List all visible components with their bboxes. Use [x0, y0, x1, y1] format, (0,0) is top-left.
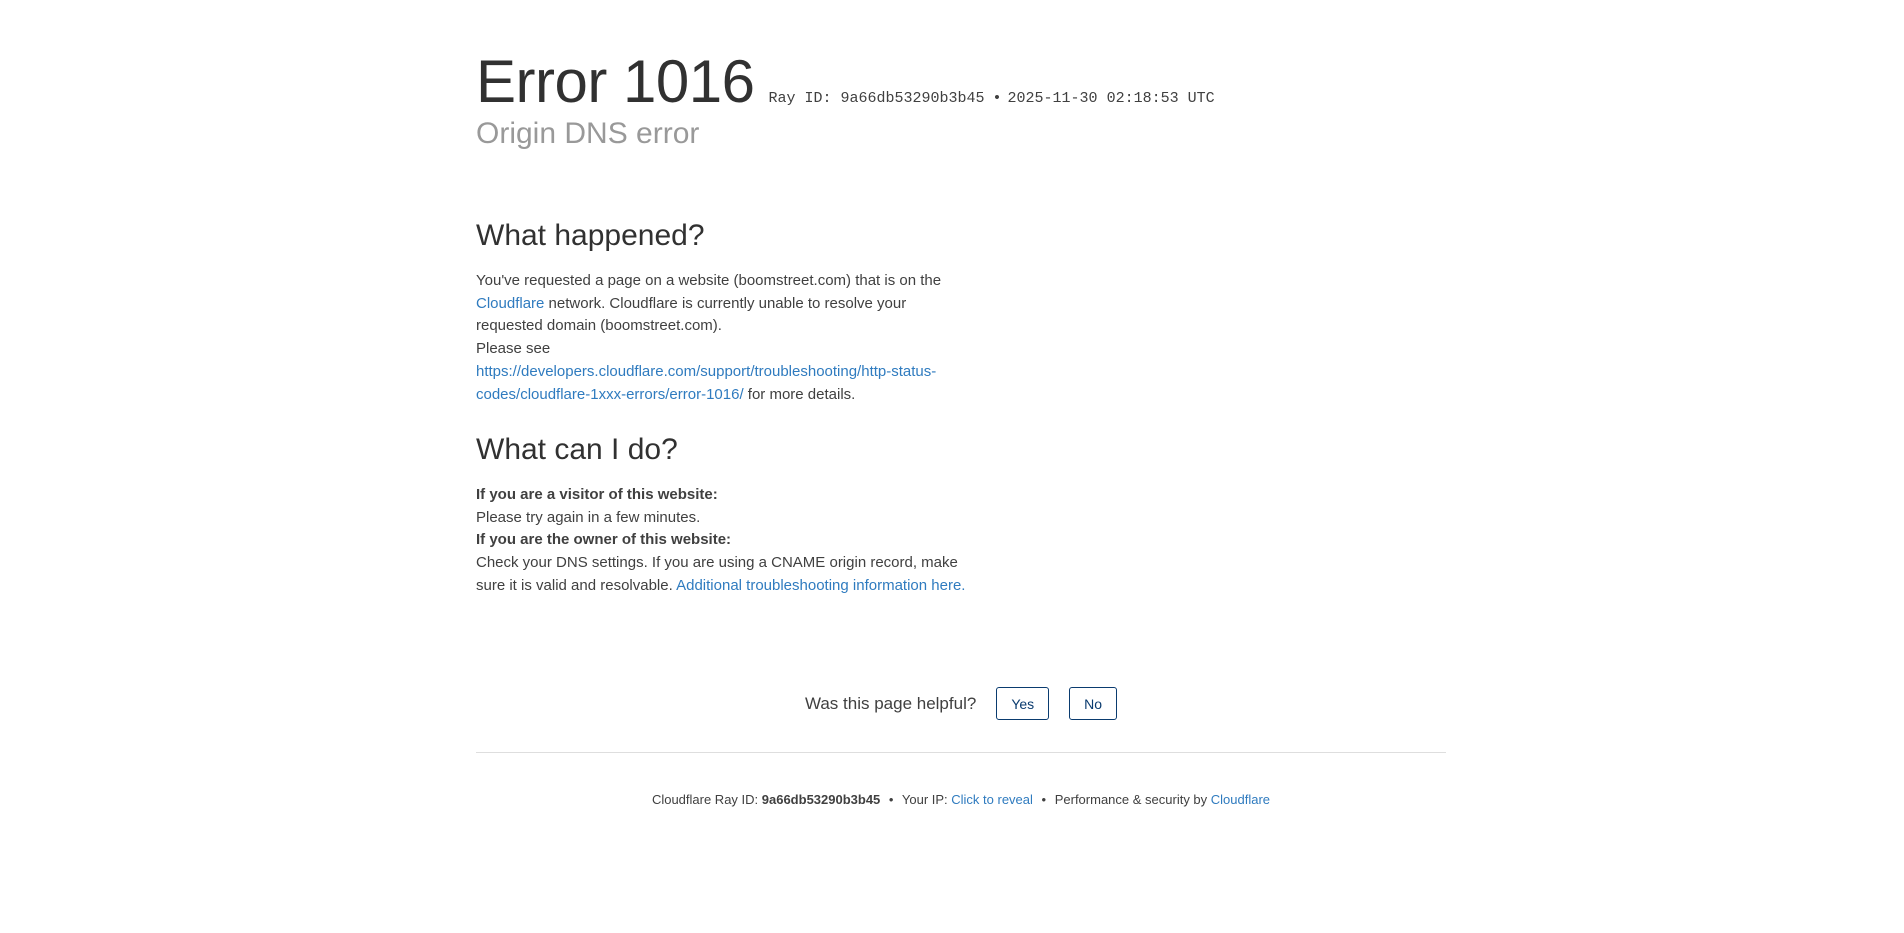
troubleshooting-link[interactable]: Additional troubleshooting information h… [676, 577, 965, 594]
footer-bullet-2: • [1041, 792, 1047, 807]
ray-meta-bullet: • [992, 90, 1002, 107]
what-can-i-do-section: What can I do? If you are a visitor of t… [476, 430, 966, 598]
feedback-no-button[interactable]: No [1069, 687, 1118, 720]
error-subtitle: Origin DNS error [476, 117, 700, 150]
footer-divider [476, 752, 1446, 753]
more-details-text: for more details. [743, 385, 856, 403]
footer-cloudflare-link[interactable]: Cloudflare [1211, 792, 1270, 807]
what-happened-text-1: You've requested a page on a website (bo… [476, 272, 942, 289]
feedback-bar: Was this page helpful? Yes No [476, 687, 1446, 720]
error-title: Error 1016 [476, 48, 755, 115]
footer-ray-id: 9a66db53290b3b45 [761, 792, 881, 807]
feedback-question: Was this page helpful? [804, 693, 977, 713]
owner-label: If you are the owner of this website: [476, 531, 732, 549]
visitor-paragraph: If you are a visitor of this website: Ple… [476, 484, 966, 529]
cloudflare-link[interactable]: Cloudflare [476, 295, 544, 312]
what-can-i-do-body: If you are a visitor of this website: Ple… [476, 484, 966, 598]
ray-meta: Ray ID: 9a66db53290b3b45 • 2025-11-30 02… [768, 90, 1214, 107]
ray-id-label: Ray ID: 9a66db53290b3b45 [768, 90, 985, 107]
what-happened-paragraph: You've requested a page on a website (bo… [476, 270, 966, 338]
footer-ray-prefix: Cloudflare Ray ID: [651, 792, 762, 807]
error-header: Error 1016 Ray ID: 9a66db53290b3b45 • 20… [476, 42, 1446, 152]
visitor-label: If you are a visitor of this website: [476, 486, 718, 503]
owner-paragraph: If you are the owner of this website: Che… [476, 529, 966, 597]
what-happened-section: What happened? You've requested a page o… [476, 216, 966, 406]
footer-perf-text: Performance & security by [1054, 792, 1211, 807]
error-timestamp: 2025-11-30 02:18:53 UTC [1007, 90, 1215, 107]
page: Error 1016 Ray ID: 9a66db53290b3b45 • 20… [0, 0, 1904, 933]
what-can-i-do-heading: What can I do? [476, 433, 678, 466]
what-happened-heading: What happened? [476, 219, 705, 252]
error-docs-link[interactable]: https://developers.cloudflare.com/suppor… [476, 363, 936, 403]
error-title-row: Error 1016 Ray ID: 9a66db53290b3b45 • 20… [476, 42, 1446, 122]
reveal-ip-button[interactable]: Click to reveal [951, 792, 1033, 807]
please-see-paragraph: Please see https://developers.cloudflare.… [476, 338, 966, 406]
please-see-text: Please see [476, 340, 551, 358]
what-happened-body: You've requested a page on a website (bo… [476, 270, 966, 406]
footer: Cloudflare Ray ID: 9a66db53290b3b45 • Yo… [476, 792, 1446, 807]
visitor-text: Please try again in a few minutes. [476, 508, 701, 526]
feedback-yes-button[interactable]: Yes [996, 687, 1050, 720]
footer-bullet-1: • [888, 792, 894, 807]
footer-ip-prefix: Your IP: [901, 792, 952, 807]
